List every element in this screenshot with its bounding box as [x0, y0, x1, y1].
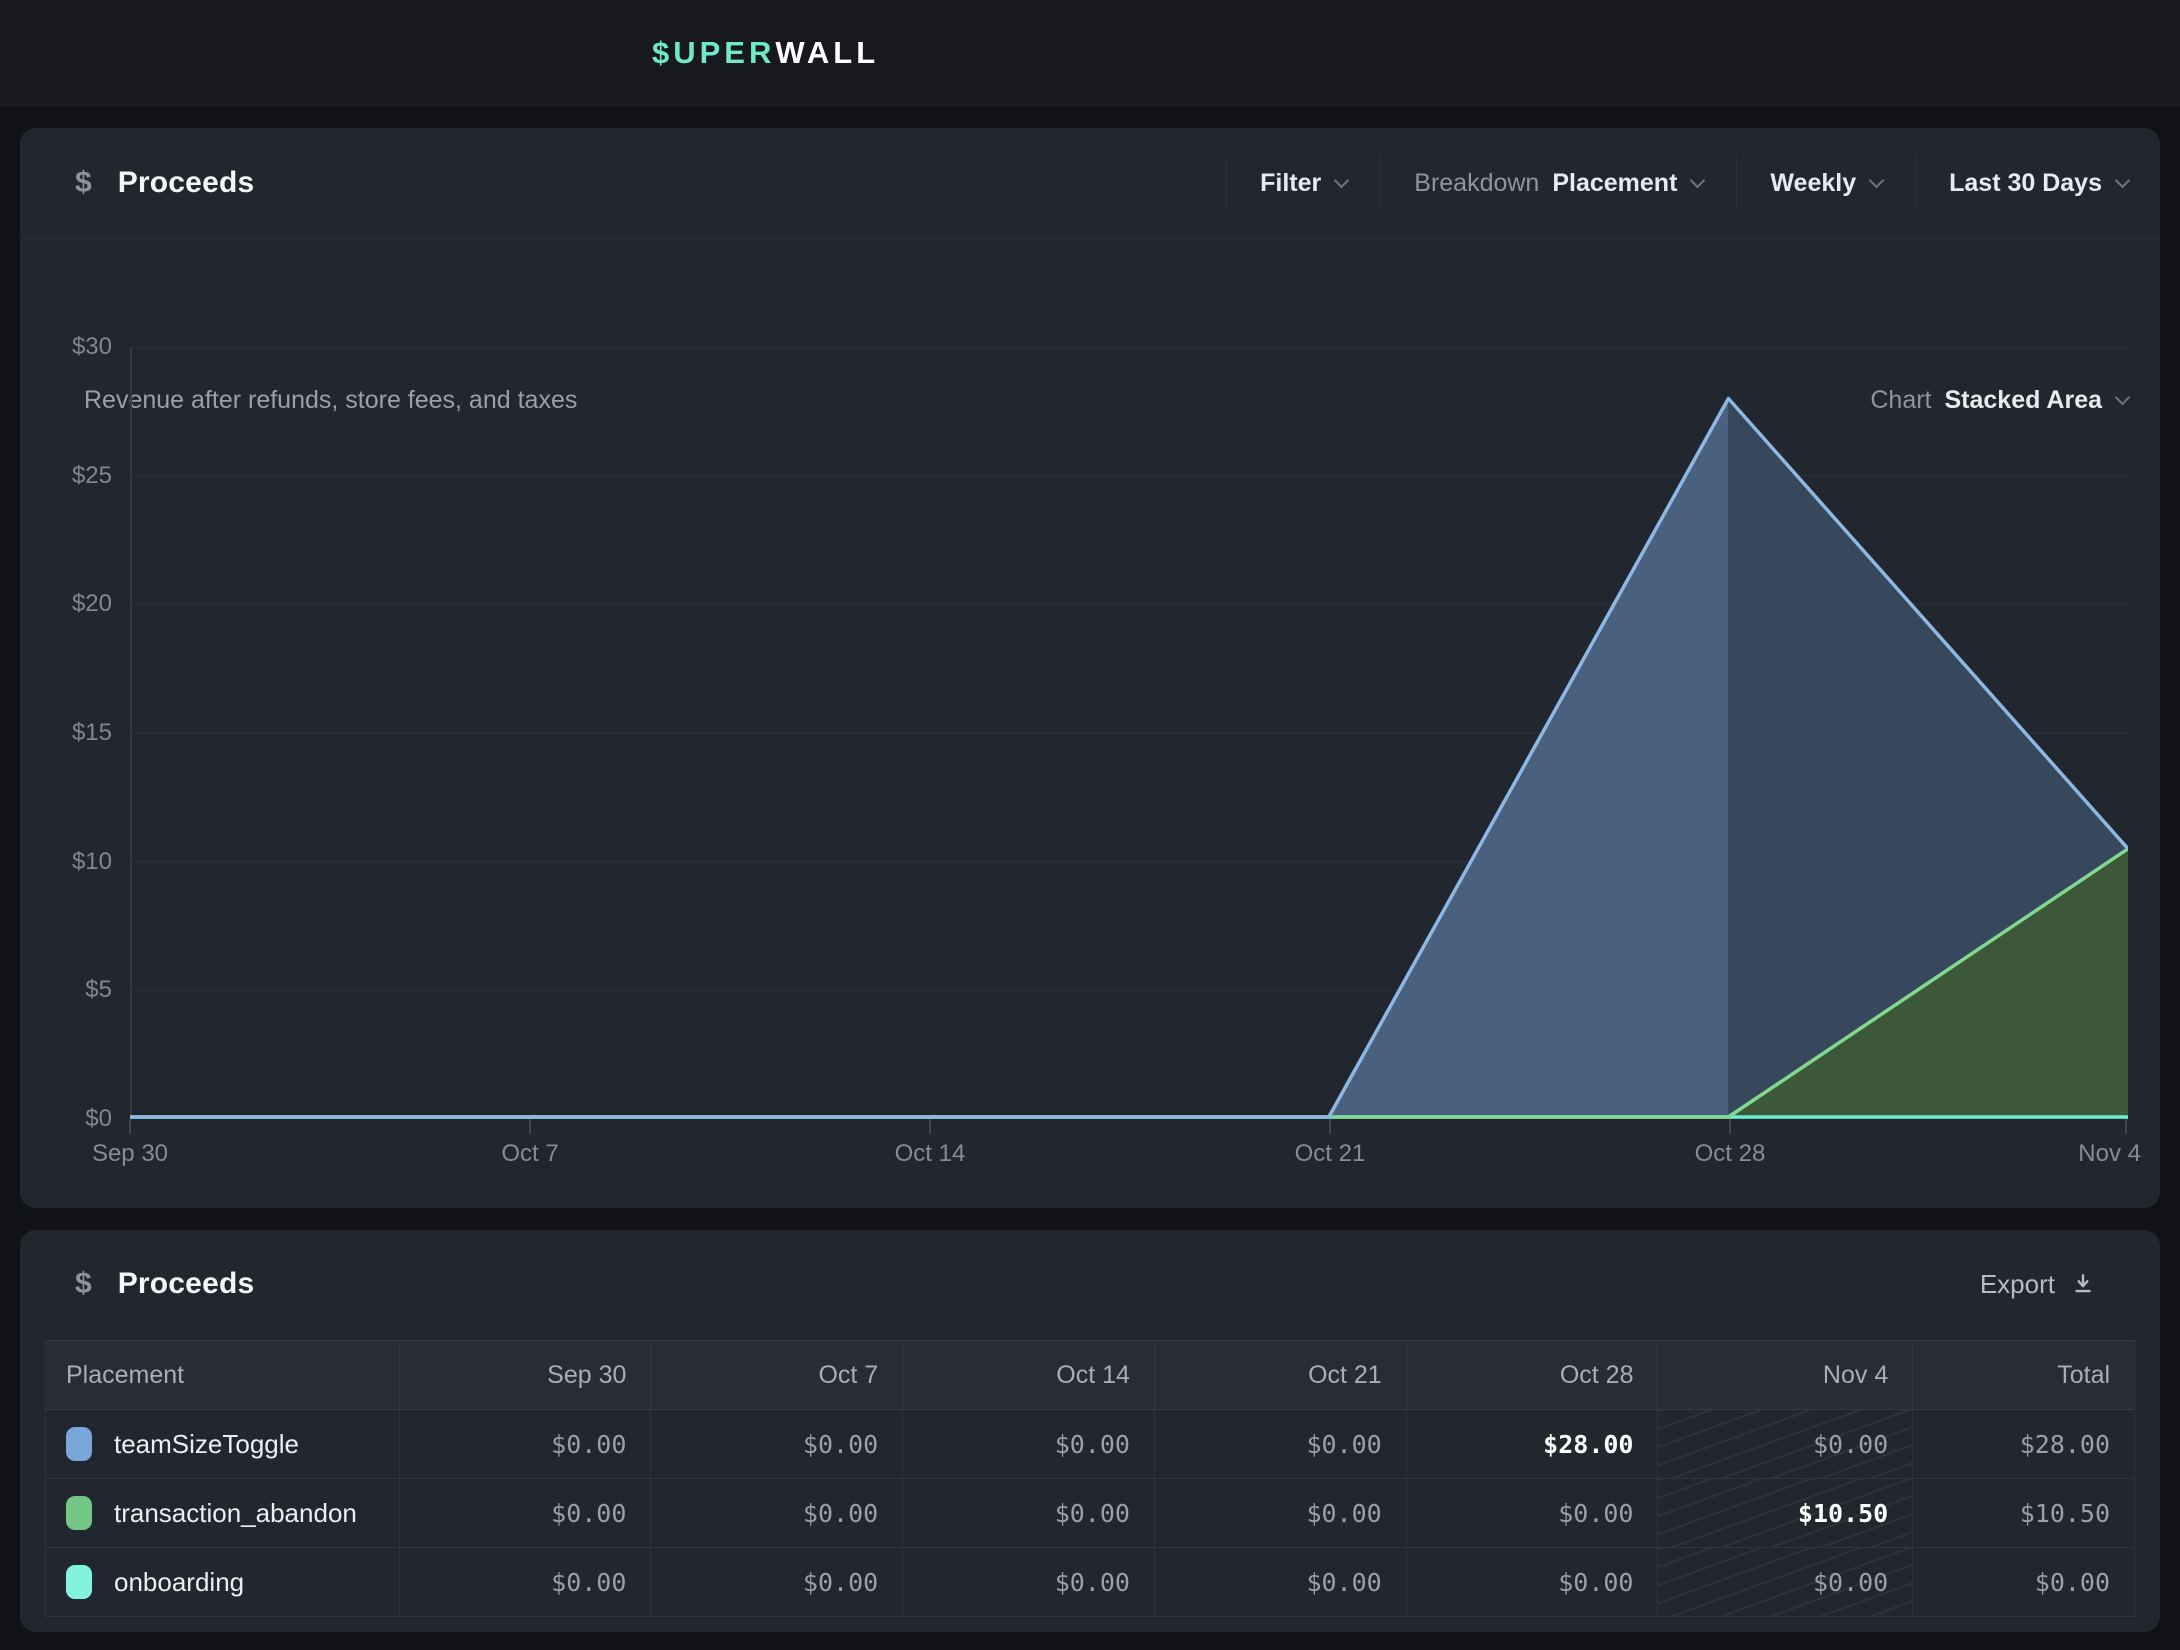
value-cell: $0.00	[902, 1410, 1154, 1478]
logo-accent: $UPER	[652, 35, 775, 71]
table-row: teamSizeToggle $0.00 $0.00 $0.00 $0.00 $…	[46, 1410, 2134, 1479]
chevron-down-icon	[1690, 172, 1706, 188]
column-header: Total	[1912, 1341, 2134, 1409]
y-axis-label: $20	[20, 589, 112, 619]
chart-card-header: $ Proceeds Filter Breakdown Placement We…	[20, 128, 2160, 239]
breakdown-dropdown[interactable]: Breakdown Placement	[1414, 169, 1703, 198]
period-value: Weekly	[1770, 169, 1856, 198]
divider	[1915, 156, 1916, 210]
x-tick	[129, 1119, 131, 1134]
chart-card-title: Proceeds	[118, 166, 255, 200]
value-cell: $0.00	[650, 1479, 902, 1547]
proceeds-table-card: $ Proceeds Export Placement Sep 30 Oct 7…	[20, 1230, 2160, 1632]
value-cell-highlight-incomplete: $10.50	[1657, 1479, 1912, 1547]
download-icon	[2070, 1271, 2096, 1297]
column-header: Oct 14	[902, 1341, 1154, 1409]
placement-name-cell: transaction_abandon	[46, 1479, 399, 1547]
series-swatch-cyan	[66, 1565, 92, 1599]
topbar: $UPERWALL	[0, 0, 2180, 106]
filter-label: Filter	[1260, 169, 1321, 198]
divider	[1226, 156, 1227, 210]
value-cell-incomplete: $0.00	[1657, 1410, 1912, 1478]
dollar-icon: $	[75, 166, 92, 200]
export-button[interactable]: Export	[1980, 1269, 2096, 1300]
y-axis-label: $15	[20, 718, 112, 748]
x-tick	[2125, 1119, 2127, 1134]
x-axis-label: Sep 30	[65, 1140, 195, 1168]
series-swatch-green	[66, 1496, 92, 1530]
chevron-down-icon	[1334, 172, 1350, 188]
dollar-icon: $	[75, 1267, 92, 1301]
filter-dropdown[interactable]: Filter	[1260, 169, 1347, 198]
column-header: Oct 7	[650, 1341, 902, 1409]
value-cell: $0.00	[1154, 1410, 1406, 1478]
period-dropdown[interactable]: Weekly	[1770, 169, 1882, 198]
table-card-title: Proceeds	[118, 1267, 255, 1301]
y-axis-label: $25	[20, 461, 112, 491]
divider	[1736, 156, 1737, 210]
value-cell-incomplete: $0.00	[1657, 1548, 1912, 1616]
column-header: Nov 4	[1657, 1341, 1912, 1409]
table-row: transaction_abandon $0.00 $0.00 $0.00 $0…	[46, 1479, 2134, 1548]
superwall-logo[interactable]: $UPERWALL	[652, 0, 879, 106]
value-cell: $0.00	[1406, 1479, 1658, 1547]
x-tick	[1729, 1119, 1731, 1134]
column-header-placement: Placement	[46, 1341, 399, 1409]
x-axis-label: Nov 4	[2011, 1140, 2141, 1168]
value-cell: $0.00	[902, 1479, 1154, 1547]
proceeds-table: Placement Sep 30 Oct 7 Oct 14 Oct 21 Oct…	[45, 1340, 2135, 1617]
divider	[1380, 156, 1381, 210]
date-range-dropdown[interactable]: Last 30 Days	[1949, 169, 2128, 198]
breakdown-label: Breakdown	[1414, 169, 1539, 198]
y-axis-label: $0	[20, 1104, 112, 1134]
y-axis-label: $5	[20, 975, 112, 1005]
value-cell: $0.00	[1406, 1548, 1658, 1616]
placement-name: onboarding	[114, 1567, 244, 1598]
stacked-area-chart[interactable]	[130, 347, 2128, 1119]
logo-rest: WALL	[775, 35, 879, 71]
placement-name-cell: teamSizeToggle	[46, 1410, 399, 1478]
export-label: Export	[1980, 1269, 2055, 1300]
table-card-header: $ Proceeds Export	[20, 1230, 2160, 1338]
table-header-row: Placement Sep 30 Oct 7 Oct 14 Oct 21 Oct…	[46, 1340, 2134, 1410]
column-header: Sep 30	[399, 1341, 651, 1409]
value-cell: $0.00	[399, 1479, 651, 1547]
x-axis-label: Oct 7	[465, 1140, 595, 1168]
x-tick	[529, 1119, 531, 1134]
total-cell: $10.50	[1912, 1479, 2134, 1547]
breakdown-value: Placement	[1552, 169, 1677, 198]
total-cell: $28.00	[1912, 1410, 2134, 1478]
x-axis-label: Oct 21	[1265, 1140, 1395, 1168]
value-cell: $0.00	[650, 1410, 902, 1478]
value-cell: $0.00	[650, 1548, 902, 1616]
y-axis-label: $30	[20, 332, 112, 362]
y-axis-label: $10	[20, 847, 112, 877]
total-cell: $0.00	[1912, 1548, 2134, 1616]
area-teamsizetoggle-complete	[130, 399, 1728, 1120]
placement-name-cell: onboarding	[46, 1548, 399, 1616]
chevron-down-icon	[1869, 172, 1885, 188]
x-axis-label: Oct 14	[865, 1140, 995, 1168]
table-row: onboarding $0.00 $0.00 $0.00 $0.00 $0.00…	[46, 1548, 2134, 1617]
value-cell: $0.00	[1154, 1548, 1406, 1616]
chevron-down-icon	[2115, 172, 2131, 188]
placement-name: teamSizeToggle	[114, 1429, 299, 1460]
column-header: Oct 28	[1406, 1341, 1658, 1409]
value-cell: $0.00	[902, 1548, 1154, 1616]
page: $UPERWALL $ Proceeds Filter Breakdown Pl…	[0, 0, 2180, 1650]
placement-name: transaction_abandon	[114, 1498, 357, 1529]
x-axis-label: Oct 28	[1665, 1140, 1795, 1168]
x-tick	[1329, 1119, 1331, 1134]
value-cell: $0.00	[399, 1410, 651, 1478]
value-cell-highlight: $28.00	[1406, 1410, 1658, 1478]
chart-controls: Filter Breakdown Placement Weekly Last 3…	[1226, 128, 2128, 238]
x-tick	[929, 1119, 931, 1134]
column-header: Oct 21	[1154, 1341, 1406, 1409]
value-cell: $0.00	[1154, 1479, 1406, 1547]
proceeds-chart-card: $ Proceeds Filter Breakdown Placement We…	[20, 128, 2160, 1208]
value-cell: $0.00	[399, 1548, 651, 1616]
series-swatch-blue	[66, 1427, 92, 1461]
range-value: Last 30 Days	[1949, 169, 2102, 198]
